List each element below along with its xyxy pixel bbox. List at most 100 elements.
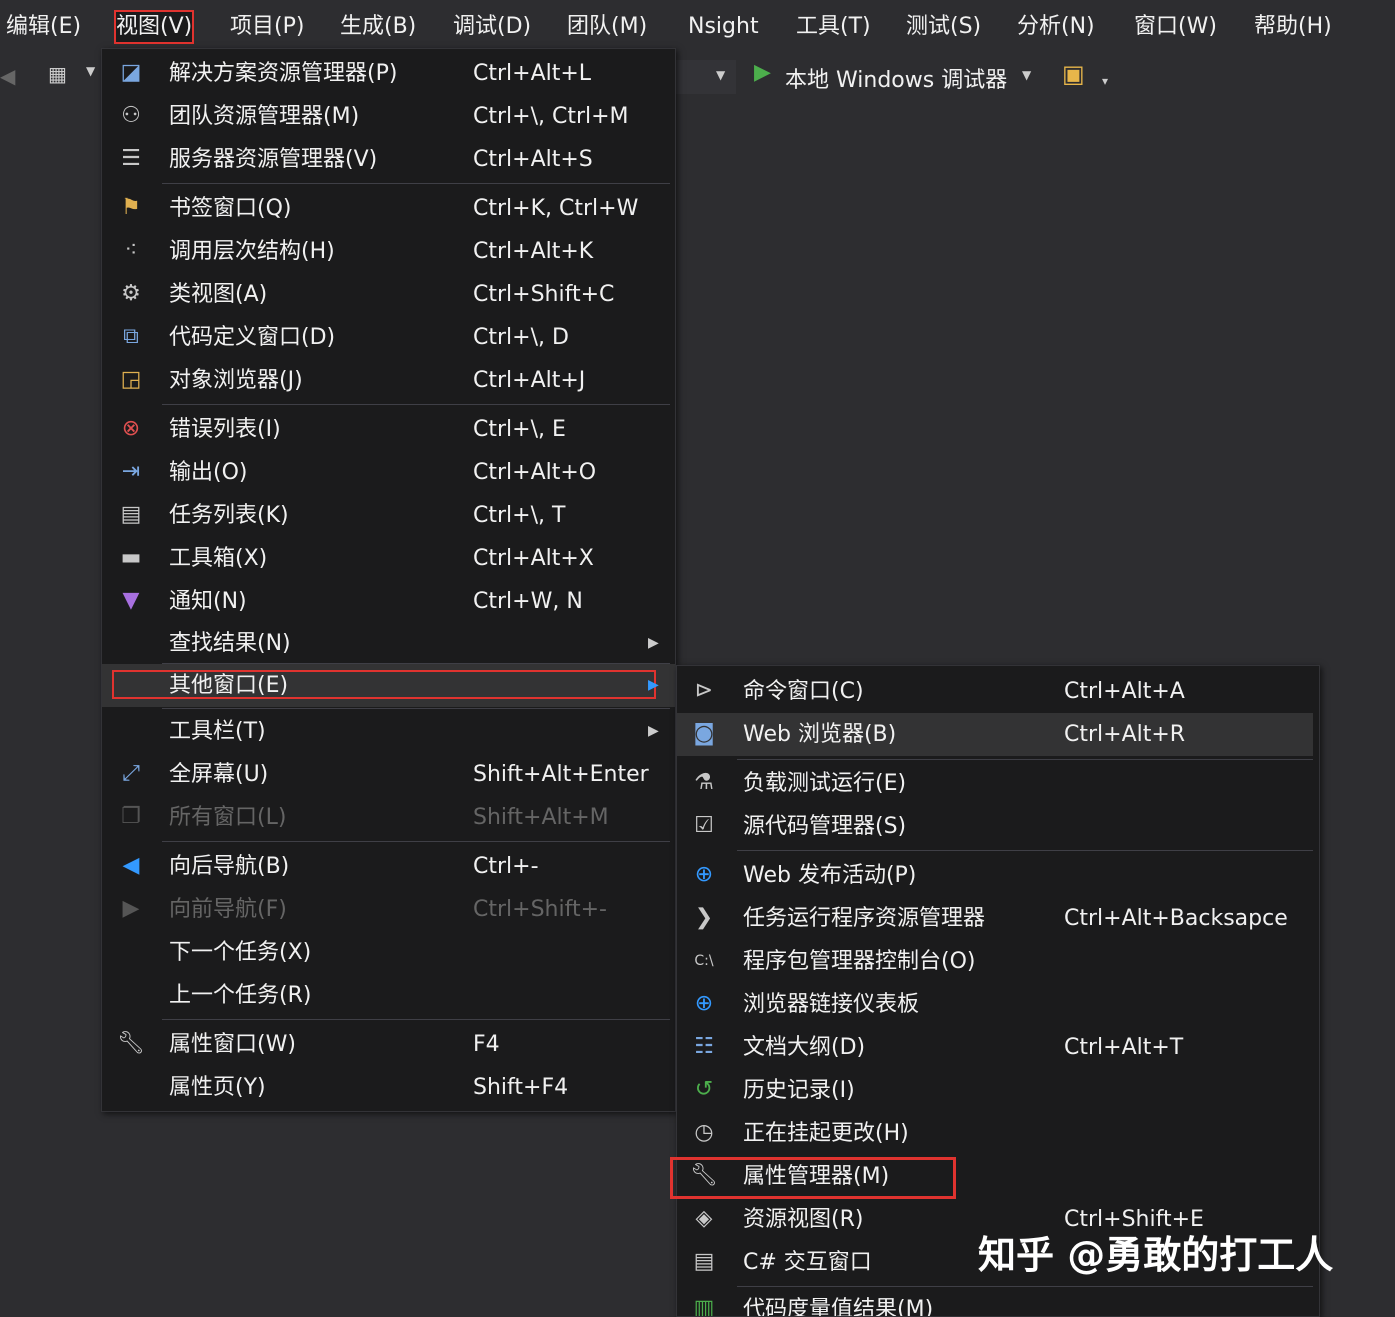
menu-item-properties-window[interactable]: 🔧︎ 属性窗口(W) F4 <box>102 1023 675 1066</box>
menu-item-source-control[interactable]: ☑ 源代码管理器(S) <box>677 805 1319 848</box>
menu-item-task-list[interactable]: ▤ 任务列表(K) Ctrl+\, T <box>102 494 675 537</box>
menu-item-load-test-run[interactable]: ⚗ 负载测试运行(E) <box>677 762 1319 805</box>
menu-item-error-list[interactable]: ⊗ 错误列表(I) Ctrl+\, E <box>102 408 675 451</box>
find-in-files-icon[interactable]: ▣ <box>1062 60 1085 88</box>
menu-tools[interactable]: 工具(T) <box>796 10 871 44</box>
menu-item-solution-explorer[interactable]: ◪ 解决方案资源管理器(P) Ctrl+Alt+L <box>102 52 675 95</box>
menu-item-code-metrics[interactable]: ▥ 代码度量值结果(M) <box>677 1288 1319 1316</box>
menu-view[interactable]: 视图(V) <box>114 10 195 44</box>
other-windows-submenu: ⊳ 命令窗口(C) Ctrl+Alt+A ◙ Web 浏览器(B) Ctrl+A… <box>676 665 1320 1317</box>
menu-item-class-view[interactable]: ⚙ 类视图(A) Ctrl+Shift+C <box>102 273 675 316</box>
menu-item-shortcut: Ctrl+Alt+R <box>1064 722 1186 747</box>
menu-item-document-outline[interactable]: ☷ 文档大纲(D) Ctrl+Alt+T <box>677 1026 1319 1069</box>
menu-item-find-results[interactable]: 查找结果(N) ▶ <box>102 622 675 665</box>
view-menu: ◪ 解决方案资源管理器(P) Ctrl+Alt+L ⚇ 团队资源管理器(M) C… <box>101 48 676 1112</box>
menu-item-label: 文档大纲(D) <box>743 1035 866 1060</box>
menu-item-label: 属性页(Y) <box>169 1075 266 1100</box>
menu-item-bookmark-window[interactable]: ⚑ 书签窗口(Q) Ctrl+K, Ctrl+W <box>102 187 675 230</box>
menu-item-server-explorer[interactable]: ☰ 服务器资源管理器(V) Ctrl+Alt+S <box>102 138 675 181</box>
menu-item-notifications[interactable]: ▼ 通知(N) Ctrl+W, N <box>102 580 675 623</box>
menu-separator <box>162 841 670 842</box>
menu-item-label: 向后导航(B) <box>169 854 290 879</box>
menu-item-label: 对象浏览器(J) <box>169 368 303 393</box>
chevron-down-icon: ▼ <box>716 68 726 82</box>
menu-nsight[interactable]: Nsight <box>688 10 759 44</box>
csharp-interactive-icon: ▤ <box>693 1249 715 1274</box>
menu-item-label: 错误列表(I) <box>169 417 281 442</box>
menu-test[interactable]: 测试(S) <box>906 10 981 44</box>
menu-item-shortcut: Ctrl+Alt+T <box>1064 1035 1184 1060</box>
menu-window[interactable]: 窗口(W) <box>1134 10 1217 44</box>
menu-item-label: C# 交互窗口 <box>743 1250 872 1275</box>
menu-item-label: 代码度量值结果(M) <box>743 1297 934 1316</box>
menu-item-shortcut: Ctrl+Alt+Backsapce <box>1064 906 1288 931</box>
menu-item-code-definition[interactable]: ⧉ 代码定义窗口(D) Ctrl+\, D <box>102 316 675 359</box>
menu-item-label: 输出(O) <box>169 460 248 485</box>
menu-edit[interactable]: 编辑(E) <box>6 10 81 44</box>
menu-build[interactable]: 生成(B) <box>340 10 416 44</box>
menu-item-web-publish[interactable]: ⊕ Web 发布活动(P) <box>677 854 1319 897</box>
menu-item-label: 代码定义窗口(D) <box>169 325 336 350</box>
menu-debug[interactable]: 调试(D) <box>453 10 531 44</box>
navigate-forward-icon: ▶ <box>122 896 140 921</box>
menu-item-property-pages[interactable]: 属性页(Y) Shift+F4 <box>102 1066 675 1109</box>
error-list-icon: ⊗ <box>121 416 141 441</box>
menu-item-other-windows[interactable]: 其他窗口(E) ▶ <box>102 664 675 707</box>
menu-item-task-runner[interactable]: ❯ 任务运行程序资源管理器 Ctrl+Alt+Backsapce <box>677 897 1319 940</box>
chevron-down-icon[interactable]: ▼ <box>1022 68 1031 82</box>
menu-item-navigate-back[interactable]: ◀ 向后导航(B) Ctrl+- <box>102 845 675 888</box>
menu-item-toolbox[interactable]: ▬ 工具箱(X) Ctrl+Alt+X <box>102 537 675 580</box>
menu-item-command-window[interactable]: ⊳ 命令窗口(C) Ctrl+Alt+A <box>677 670 1319 713</box>
back-circle-icon[interactable]: ◀ <box>0 64 15 88</box>
class-view-icon: ⚙ <box>121 281 141 306</box>
menu-item-previous-task[interactable]: 上一个任务(R) <box>102 974 675 1017</box>
menu-analyze[interactable]: 分析(N) <box>1017 10 1095 44</box>
submenu-arrow-icon: ▶ <box>648 677 659 693</box>
menu-item-package-console[interactable]: C:\ 程序包管理器控制台(O) <box>677 940 1319 983</box>
menu-item-label: 程序包管理器控制台(O) <box>743 949 976 974</box>
menu-item-navigate-forward[interactable]: ▶ 向前导航(F) Ctrl+Shift+- <box>102 888 675 931</box>
menu-team[interactable]: 团队(M) <box>567 10 647 44</box>
menu-item-toolbars[interactable]: 工具栏(T) ▶ <box>102 710 675 753</box>
menu-item-output[interactable]: ⇥ 输出(O) Ctrl+Alt+O <box>102 451 675 494</box>
menu-item-label: 服务器资源管理器(V) <box>169 147 378 172</box>
debug-target-label[interactable]: 本地 Windows 调试器 <box>785 62 1007 94</box>
browser-link-icon: ⊕ <box>694 991 714 1016</box>
menu-separator <box>162 1019 670 1020</box>
menu-item-object-browser[interactable]: ◲ 对象浏览器(J) Ctrl+Alt+J <box>102 359 675 402</box>
new-project-icon[interactable]: ▦ <box>48 62 67 86</box>
menu-item-shortcut: Ctrl+- <box>473 854 539 879</box>
task-runner-icon: ❯ <box>694 905 714 930</box>
menu-item-label: 查找结果(N) <box>169 631 291 656</box>
menu-item-shortcut: Shift+Alt+M <box>473 805 609 830</box>
menu-item-team-explorer[interactable]: ⚇ 团队资源管理器(M) Ctrl+\, Ctrl+M <box>102 95 675 138</box>
menu-item-web-browser[interactable]: ◙ Web 浏览器(B) Ctrl+Alt+R <box>677 713 1313 756</box>
menu-item-label: 属性窗口(W) <box>169 1032 296 1057</box>
overflow-icon[interactable]: ▾ <box>1102 74 1108 88</box>
chevron-down-icon[interactable]: ▼ <box>86 64 95 78</box>
toolbox-icon: ▬ <box>120 545 142 570</box>
menu-item-shortcut: Ctrl+\, D <box>473 325 569 350</box>
configuration-combo[interactable]: ▼ <box>676 60 736 94</box>
notification-icon: ▼ <box>122 588 140 613</box>
menu-separator <box>162 404 670 405</box>
menu-item-history[interactable]: ↺ 历史记录(I) <box>677 1069 1319 1112</box>
menu-item-all-windows[interactable]: ❐ 所有窗口(L) Shift+Alt+M <box>102 796 675 839</box>
menu-item-label: 下一个任务(X) <box>169 940 312 965</box>
menu-item-call-hierarchy[interactable]: ⁖ 调用层次结构(H) Ctrl+Alt+K <box>102 230 675 273</box>
menu-item-label: 向前导航(F) <box>169 897 287 922</box>
menu-separator <box>737 1286 1313 1287</box>
play-icon[interactable]: ▶ <box>754 60 771 85</box>
menu-project[interactable]: 项目(P) <box>230 10 304 44</box>
menu-item-browser-link[interactable]: ⊕ 浏览器链接仪表板 <box>677 983 1319 1026</box>
menu-item-label: 工具栏(T) <box>169 719 266 744</box>
menu-help[interactable]: 帮助(H) <box>1254 10 1332 44</box>
document-outline-icon: ☷ <box>694 1034 714 1059</box>
menu-item-fullscreen[interactable]: ⤢ 全屏幕(U) Shift+Alt+Enter <box>102 753 675 796</box>
menu-item-label: 工具箱(X) <box>169 546 268 571</box>
menu-item-shortcut: Ctrl+Shift+- <box>473 897 607 922</box>
menu-separator <box>162 183 670 184</box>
menu-item-next-task[interactable]: 下一个任务(X) <box>102 931 675 974</box>
task-list-icon: ▤ <box>120 502 142 527</box>
menu-item-pending-changes[interactable]: ◷ 正在挂起更改(H) <box>677 1112 1319 1155</box>
